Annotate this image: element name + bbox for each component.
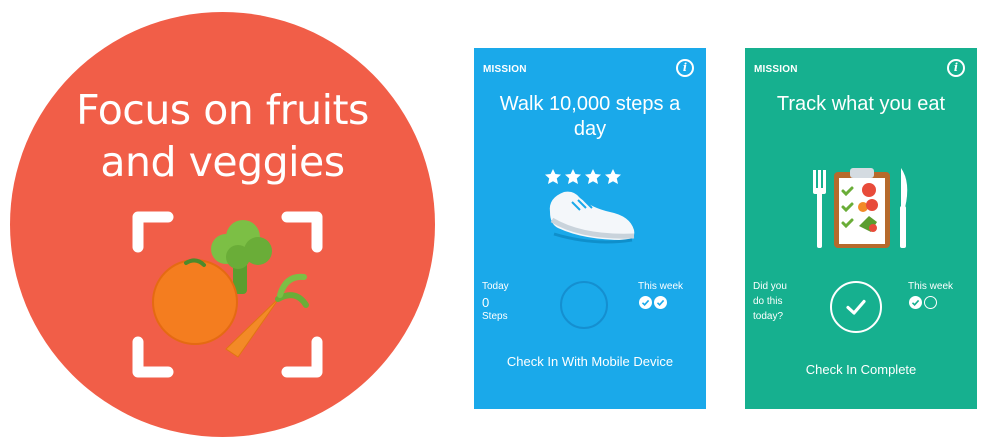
week-label: This week — [908, 281, 954, 292]
week-label: This week — [638, 281, 684, 292]
running-shoe-icon — [545, 169, 635, 244]
info-icon[interactable]: i — [676, 59, 694, 77]
mission-title: Walk 10,000 steps a day — [499, 93, 681, 140]
check-in-mobile-button[interactable]: Check In With Mobile Device — [474, 354, 706, 369]
week-check-icon — [654, 296, 667, 309]
mission-title: Track what you eat — [776, 93, 946, 115]
promo-title-line2: and veggies — [100, 138, 345, 186]
info-icon[interactable]: i — [947, 59, 965, 77]
week-progress — [639, 296, 667, 309]
check-in-complete-icon[interactable] — [830, 281, 882, 333]
week-empty-icon — [924, 296, 937, 309]
promo-title: Focus on fruits and veggies — [10, 84, 435, 188]
question-text: Did you do this today? — [753, 281, 787, 323]
mission-card-steps[interactable]: MISSION i Walk 10,000 steps a day Today … — [474, 48, 706, 409]
fruit-veggie-scan-icon — [132, 211, 323, 378]
week-progress — [909, 296, 937, 309]
promo-title-line1: Focus on fruits — [76, 86, 369, 134]
today-stat: Today 0 Steps — [482, 281, 509, 323]
week-check-icon — [639, 296, 652, 309]
mission-label: MISSION — [483, 64, 527, 75]
question-line2: do this — [753, 296, 783, 307]
check-in-complete-label[interactable]: Check In Complete — [745, 362, 977, 377]
today-steps-unit: Steps — [482, 311, 508, 322]
promo-circle[interactable]: Focus on fruits and veggies — [10, 12, 435, 437]
question-line3: today? — [753, 311, 784, 322]
progress-ring — [560, 281, 608, 329]
mission-label: MISSION — [754, 64, 798, 75]
week-check-icon — [909, 296, 922, 309]
today-label: Today — [482, 281, 509, 292]
mission-card-track-food[interactable]: MISSION i Track what you eat Did you do … — [745, 48, 977, 409]
question-line1: Did you — [753, 281, 787, 292]
food-log-clipboard-icon — [813, 168, 908, 248]
today-steps-value: 0 — [482, 295, 490, 310]
